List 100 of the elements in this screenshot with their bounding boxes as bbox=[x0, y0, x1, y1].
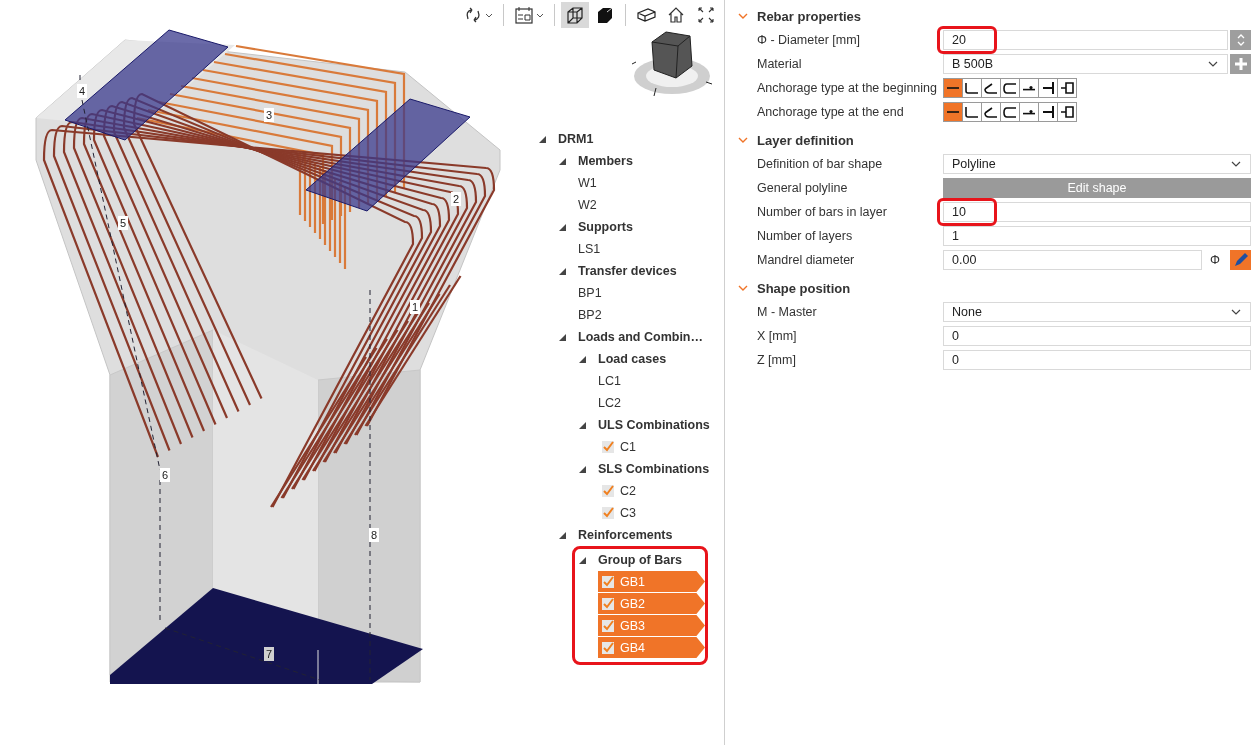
field-label: Z [mm] bbox=[757, 353, 797, 367]
tree-item[interactable]: C2 bbox=[598, 480, 644, 502]
tree-group[interactable]: Loads and Combin… bbox=[578, 330, 703, 344]
expand-triangle-icon[interactable] bbox=[578, 355, 586, 363]
tree-item[interactable]: W2 bbox=[578, 194, 605, 216]
spin-button[interactable] bbox=[1230, 30, 1251, 50]
tree-group[interactable]: Load cases bbox=[598, 352, 667, 366]
number-field[interactable]: 20 bbox=[943, 30, 1228, 50]
plus-icon bbox=[1233, 57, 1248, 71]
expand-triangle-icon[interactable] bbox=[578, 421, 586, 429]
fullscreen-icon bbox=[696, 5, 716, 25]
dropdown[interactable]: B 500B bbox=[943, 54, 1228, 74]
tree-item[interactable]: LC2 bbox=[598, 392, 629, 414]
unit-label: Φ bbox=[1210, 253, 1220, 267]
section-title: Rebar properties bbox=[757, 8, 862, 24]
tree-group[interactable]: Supports bbox=[578, 220, 633, 234]
anchorage-option[interactable] bbox=[1038, 102, 1058, 122]
field-label: Anchorage type at the end bbox=[757, 105, 905, 119]
field-label: Material bbox=[757, 57, 803, 71]
tree-group[interactable]: Transfer devices bbox=[578, 264, 677, 278]
anchorage-option[interactable] bbox=[981, 78, 1001, 98]
tree-group[interactable]: Group of Bars bbox=[598, 553, 683, 567]
node-label: 6 bbox=[160, 468, 170, 482]
anchorage-shape-icon bbox=[1042, 105, 1054, 119]
anchorage-shape-icon bbox=[984, 82, 998, 94]
anchorage-shape-icon bbox=[1003, 106, 1017, 118]
calendar-3d-icon bbox=[514, 5, 534, 25]
expand-triangle-icon[interactable] bbox=[558, 223, 566, 231]
anchorage-shape-icon bbox=[984, 106, 998, 118]
tree-group[interactable]: ULS Combinations bbox=[598, 418, 710, 432]
expand-triangle-icon[interactable] bbox=[538, 135, 546, 143]
tree-item[interactable]: BP1 bbox=[578, 282, 610, 304]
toolbar-button[interactable] bbox=[561, 2, 589, 28]
home-icon bbox=[666, 5, 686, 25]
edit-button[interactable] bbox=[1230, 250, 1251, 270]
anchorage-shape-icon bbox=[1022, 85, 1036, 91]
tree-group[interactable]: SLS Combinations bbox=[598, 462, 710, 476]
field-label: Φ - Diameter [mm] bbox=[757, 33, 862, 47]
text-field[interactable]: 0.00 bbox=[943, 250, 1202, 270]
anchorage-shape-icon bbox=[1003, 82, 1017, 94]
anchorage-shape-icon bbox=[1022, 109, 1036, 115]
field-label: Number of layers bbox=[757, 229, 854, 243]
tree-group[interactable]: Members bbox=[578, 154, 633, 168]
anchorage-option[interactable] bbox=[981, 102, 1001, 122]
add-button[interactable] bbox=[1230, 54, 1251, 74]
anchorage-shape-icon bbox=[1042, 81, 1054, 95]
anchorage-shape-icon bbox=[965, 82, 979, 94]
expand-triangle-icon[interactable] bbox=[558, 531, 566, 539]
node-label: 4 bbox=[77, 84, 87, 98]
field-label: M - Master bbox=[757, 305, 818, 319]
tree-group[interactable]: Reinforcements bbox=[578, 528, 673, 542]
field-label: General polyline bbox=[757, 181, 849, 195]
text-field[interactable]: 10 bbox=[943, 202, 1251, 222]
expand-triangle-icon[interactable] bbox=[558, 333, 566, 341]
anchorage-option[interactable] bbox=[1019, 78, 1039, 98]
tree-item[interactable]: BP2 bbox=[578, 304, 610, 326]
solid-cube-icon bbox=[595, 5, 615, 25]
dropdown[interactable]: Polyline bbox=[943, 154, 1251, 174]
expand-triangle-icon[interactable] bbox=[578, 465, 586, 473]
expand-triangle-icon[interactable] bbox=[578, 556, 586, 564]
checkbox-icon[interactable] bbox=[602, 597, 614, 610]
checkbox-icon[interactable] bbox=[602, 485, 614, 497]
anchorage-option[interactable] bbox=[1038, 78, 1058, 98]
text-field[interactable]: 1 bbox=[943, 226, 1251, 246]
wireframe-cube-icon bbox=[565, 5, 585, 25]
dropdown[interactable]: None bbox=[943, 302, 1251, 322]
field-label: Anchorage type at the beginning bbox=[757, 81, 938, 95]
node-label: 5 bbox=[118, 216, 128, 230]
anchorage-option[interactable] bbox=[1000, 102, 1020, 122]
node-label: 8 bbox=[369, 528, 379, 542]
anchorage-option[interactable] bbox=[1000, 78, 1020, 98]
text-field[interactable]: 0 bbox=[943, 326, 1251, 346]
tree-item[interactable]: C3 bbox=[598, 502, 644, 524]
anchorage-option[interactable] bbox=[1057, 102, 1077, 122]
tree-item[interactable]: W1 bbox=[578, 172, 605, 194]
anchorage-shape-icon bbox=[1060, 82, 1074, 94]
expand-triangle-icon[interactable] bbox=[558, 157, 566, 165]
checkbox-icon[interactable] bbox=[602, 619, 614, 632]
field-label: X [mm] bbox=[757, 329, 798, 343]
anchorage-option[interactable] bbox=[1019, 102, 1039, 122]
text-field[interactable]: 0 bbox=[943, 350, 1251, 370]
section-title: Layer definition bbox=[757, 132, 854, 148]
tree-group[interactable]: DRM1 bbox=[558, 132, 594, 146]
tree-item[interactable]: LS1 bbox=[578, 238, 609, 260]
anchorage-option[interactable] bbox=[962, 78, 982, 98]
checkbox-icon[interactable] bbox=[602, 441, 614, 453]
up-down-arrows-icon bbox=[1235, 33, 1246, 47]
checkbox-icon[interactable] bbox=[602, 575, 614, 588]
anchorage-option[interactable] bbox=[962, 102, 982, 122]
checkbox-icon[interactable] bbox=[602, 641, 614, 654]
expand-triangle-icon[interactable] bbox=[558, 267, 566, 275]
field-label: Mandrel diameter bbox=[757, 253, 856, 267]
field-label: Number of bars in layer bbox=[757, 205, 888, 219]
tree-item[interactable]: LC1 bbox=[598, 370, 629, 392]
section-title: Shape position bbox=[757, 280, 851, 296]
checkbox-icon[interactable] bbox=[602, 507, 614, 519]
tree-item[interactable]: C1 bbox=[598, 436, 644, 458]
anchorage-option[interactable] bbox=[1057, 78, 1077, 98]
node-label: 7 bbox=[264, 647, 274, 661]
node-label: 3 bbox=[264, 108, 274, 122]
